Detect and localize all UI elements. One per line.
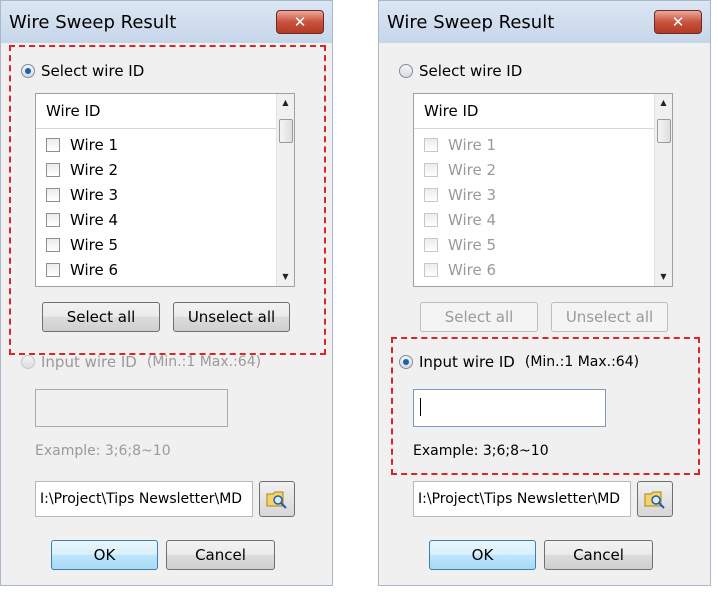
- input-wire-id-radio[interactable]: Input wire ID (Min.:1 Max.:64): [399, 353, 639, 371]
- wire-label: Wire 6: [70, 261, 119, 279]
- wire-checkbox[interactable]: [424, 138, 438, 152]
- list-item[interactable]: Wire 4: [424, 211, 496, 229]
- text-caret: [420, 398, 421, 416]
- ok-button[interactable]: OK: [429, 540, 536, 570]
- wire-checkbox[interactable]: [424, 213, 438, 227]
- wire-checkbox[interactable]: [424, 238, 438, 252]
- browse-button[interactable]: [637, 481, 673, 517]
- wire-label: Wire 3: [448, 186, 497, 204]
- example-text: Example: 3;6;8~10: [35, 443, 171, 459]
- list-header-wire-id[interactable]: Wire ID: [36, 94, 276, 129]
- radio-unselected-icon: [399, 64, 413, 78]
- wire-label: Wire 6: [448, 261, 497, 279]
- list-item[interactable]: Wire 3: [424, 186, 496, 204]
- wire-sweep-dialog-select-mode: Wire Sweep Result ✕ Select wire ID Wire …: [0, 0, 333, 586]
- list-item[interactable]: Wire 6: [424, 261, 496, 279]
- list-item[interactable]: Wire 3: [46, 186, 118, 204]
- wire-label: Wire 5: [448, 236, 497, 254]
- wire-sweep-dialog-input-mode: Wire Sweep Result ✕ Select wire ID Wire …: [378, 0, 711, 586]
- wire-label: Wire 3: [70, 186, 119, 204]
- wire-checkbox[interactable]: [46, 188, 60, 202]
- wire-label: Wire 2: [70, 161, 119, 179]
- example-text: Example: 3;6;8~10: [413, 443, 549, 459]
- wire-checkbox[interactable]: [46, 213, 60, 227]
- input-wire-id-label: Input wire ID: [419, 353, 515, 371]
- wire-label: Wire 4: [70, 211, 119, 229]
- select-all-button[interactable]: Select all: [42, 302, 160, 332]
- scroll-up-arrow-icon[interactable]: ▲: [655, 94, 672, 112]
- list-item[interactable]: Wire 2: [46, 161, 118, 179]
- input-wire-id-radio[interactable]: Input wire ID (Min.:1 Max.:64): [21, 353, 261, 371]
- wire-label: Wire 4: [448, 211, 497, 229]
- select-wire-id-label: Select wire ID: [419, 62, 523, 80]
- select-wire-id-radio[interactable]: Select wire ID: [21, 62, 144, 80]
- list-item[interactable]: Wire 2: [424, 161, 496, 179]
- list-item[interactable]: Wire 6: [46, 261, 118, 279]
- browse-button[interactable]: [259, 481, 295, 517]
- wire-checkbox[interactable]: [46, 163, 60, 177]
- wire-id-input[interactable]: [35, 389, 228, 427]
- title-bar: Wire Sweep Result ✕: [1, 1, 332, 43]
- scroll-thumb[interactable]: [279, 119, 293, 143]
- close-button[interactable]: ✕: [654, 10, 702, 34]
- scroll-up-arrow-icon[interactable]: ▲: [277, 94, 294, 112]
- list-scrollbar[interactable]: ▲ ▼: [276, 94, 294, 286]
- unselect-all-button[interactable]: Unselect all: [173, 302, 290, 332]
- select-wire-id-radio[interactable]: Select wire ID: [399, 62, 522, 80]
- dialog-title: Wire Sweep Result: [9, 12, 177, 33]
- dialog-title: Wire Sweep Result: [387, 12, 555, 33]
- ok-button[interactable]: OK: [51, 540, 158, 570]
- radio-selected-icon: [399, 355, 413, 369]
- cancel-button[interactable]: Cancel: [166, 540, 275, 570]
- select-all-button[interactable]: Select all: [420, 302, 538, 332]
- input-wire-id-label: Input wire ID: [41, 353, 137, 371]
- range-hint: (Min.:1 Max.:64): [146, 354, 262, 370]
- list-header-wire-id[interactable]: Wire ID: [414, 94, 654, 129]
- scroll-down-arrow-icon[interactable]: ▼: [277, 268, 294, 286]
- output-path-field[interactable]: I:\Project\Tips Newsletter\MD: [413, 481, 631, 517]
- list-item[interactable]: Wire 4: [46, 211, 118, 229]
- close-button[interactable]: ✕: [276, 10, 324, 34]
- wire-label: Wire 1: [70, 136, 119, 154]
- wire-label: Wire 5: [70, 236, 119, 254]
- wire-id-list[interactable]: Wire ID Wire 1 Wire 2 Wire 3 Wire 4 Wire…: [35, 93, 295, 287]
- close-icon: ✕: [293, 13, 307, 31]
- select-wire-id-label: Select wire ID: [41, 62, 145, 80]
- output-path-field[interactable]: I:\Project\Tips Newsletter\MD: [35, 481, 253, 517]
- scroll-thumb[interactable]: [657, 119, 671, 143]
- list-scrollbar[interactable]: ▲ ▼: [654, 94, 672, 286]
- wire-id-input[interactable]: [413, 389, 606, 427]
- wire-id-list[interactable]: Wire ID Wire 1 Wire 2 Wire 3 Wire 4 Wire…: [413, 93, 673, 287]
- wire-checkbox[interactable]: [46, 138, 60, 152]
- list-item[interactable]: Wire 5: [424, 236, 496, 254]
- list-item[interactable]: Wire 1: [424, 136, 496, 154]
- list-item[interactable]: Wire 1: [46, 136, 118, 154]
- title-bar: Wire Sweep Result ✕: [379, 1, 710, 43]
- scroll-down-arrow-icon[interactable]: ▼: [655, 268, 672, 286]
- unselect-all-button[interactable]: Unselect all: [551, 302, 668, 332]
- wire-checkbox[interactable]: [424, 163, 438, 177]
- cancel-button[interactable]: Cancel: [544, 540, 653, 570]
- radio-unselected-icon: [21, 355, 35, 369]
- folder-magnifier-icon: [644, 491, 665, 509]
- close-icon: ✕: [671, 13, 685, 31]
- list-item[interactable]: Wire 5: [46, 236, 118, 254]
- wire-label: Wire 1: [448, 136, 497, 154]
- wire-checkbox[interactable]: [424, 263, 438, 277]
- wire-checkbox[interactable]: [46, 238, 60, 252]
- wire-label: Wire 2: [448, 161, 497, 179]
- folder-magnifier-icon: [266, 491, 287, 509]
- wire-checkbox[interactable]: [424, 188, 438, 202]
- range-hint: (Min.:1 Max.:64): [524, 354, 640, 370]
- radio-selected-icon: [21, 64, 35, 78]
- wire-checkbox[interactable]: [46, 263, 60, 277]
